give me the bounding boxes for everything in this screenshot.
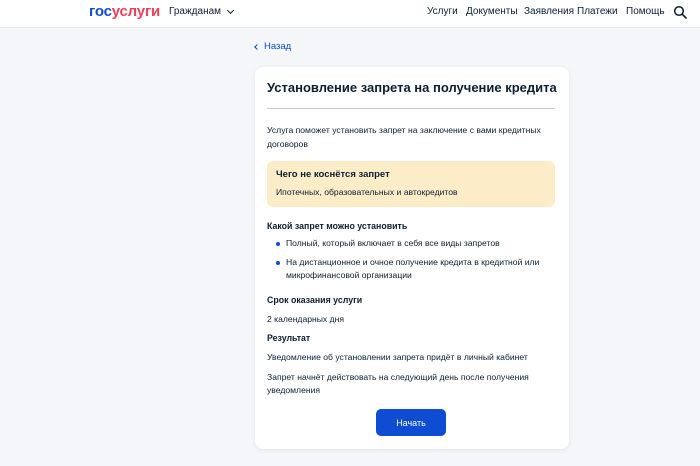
bullet-dot (276, 242, 280, 246)
list-item: Полный, который включает в себя все виды… (276, 237, 546, 250)
ban-item-1: Полный, который включает в себя все виды… (286, 238, 500, 248)
chevron-left-icon (254, 43, 260, 50)
list-item: На дистанционное и очное получение креди… (276, 256, 546, 282)
logo-part-uslugi: услуги (111, 3, 161, 20)
start-button[interactable]: Начать (376, 409, 446, 436)
chevron-down-icon (226, 6, 235, 14)
search-icon[interactable] (673, 5, 687, 19)
back-link[interactable]: Назад (254, 41, 292, 52)
back-label: Назад (264, 41, 292, 52)
term-text: 2 календарных дня (267, 314, 345, 324)
notice-box: Чего не коснётся запрет Ипотечных, образ… (267, 161, 555, 207)
top-header: госуслуги Гражданам Услуги Документы Зая… (0, 0, 700, 28)
result-text-1: Уведомление об установлении запрета прид… (267, 352, 528, 362)
result-heading: Результат (267, 333, 311, 343)
notice-text: Ипотечных, образовательных и автокредито… (276, 187, 458, 197)
audience-label: Гражданам (169, 6, 222, 17)
title-divider (267, 108, 555, 109)
page-title: Установление запрета на получение кредит… (267, 80, 557, 95)
nav-documents[interactable]: Документы (466, 6, 518, 17)
term-heading: Срок оказания услуги (267, 295, 363, 305)
nav-help[interactable]: Помощь (626, 6, 665, 17)
nav-services[interactable]: Услуги (427, 6, 458, 17)
logo-part-gos: гос (89, 3, 112, 20)
nav-applications[interactable]: Заявления (524, 6, 574, 17)
ban-heading: Какой запрет можно установить (267, 221, 408, 231)
audience-dropdown[interactable]: Гражданам (169, 6, 235, 17)
nav-payments[interactable]: Платежи (577, 6, 618, 17)
service-intro: Услуга поможет установить запрет на закл… (267, 125, 541, 149)
ban-item-2: На дистанционное и очное получение креди… (286, 257, 540, 280)
notice-title: Чего не коснётся запрет (276, 169, 390, 180)
service-card: Установление запрета на получение кредит… (255, 67, 569, 449)
gosuslugi-logo[interactable]: госуслуги (89, 3, 160, 20)
result-text-2: Запрет начнёт действовать на следующий д… (267, 372, 529, 395)
bullet-dot (276, 261, 280, 265)
